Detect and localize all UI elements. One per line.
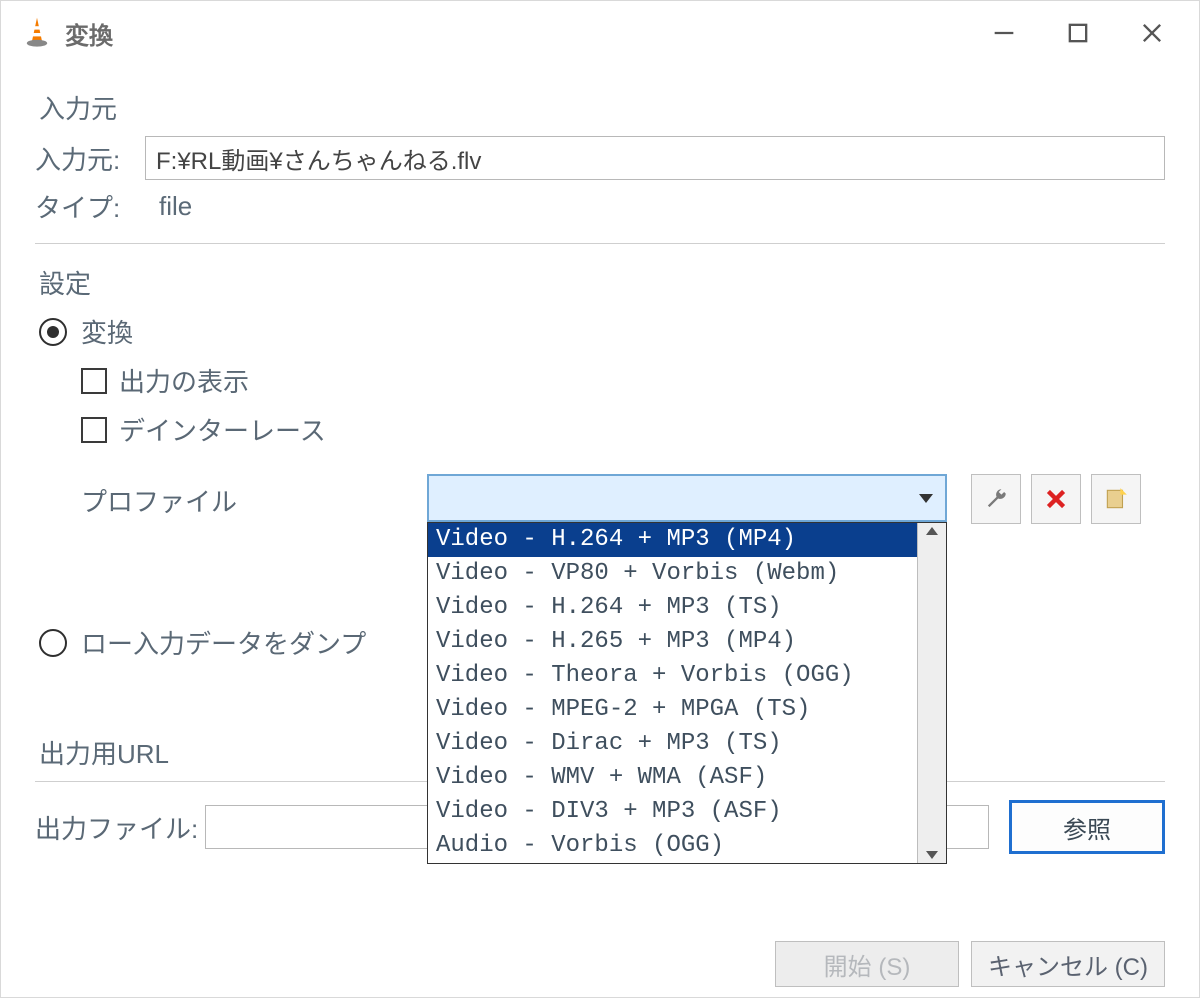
new-profile-button[interactable] [1091,474,1141,524]
source-input[interactable] [145,136,1165,180]
source-group-label: 入力元 [39,89,1165,126]
start-button[interactable]: 開始 (S) [775,941,959,987]
window-title: 変換 [65,16,967,51]
convert-dialog: 変換 入力元 入力元: タイプ: file 設定 変換 [0,0,1200,998]
type-value: file [159,191,192,222]
delete-icon [1043,486,1069,512]
chevron-down-icon [919,494,933,503]
scroll-up-icon [926,527,938,535]
close-button[interactable] [1115,5,1189,61]
source-group: 入力元: タイプ: file [35,136,1165,244]
cancel-button[interactable]: キャンセル (C) [971,941,1165,987]
checkbox-icon [81,368,107,394]
profile-option[interactable]: Video - MPEG-2 + MPGA (TS) [428,693,917,727]
checkbox-display-output-label: 出力の表示 [119,362,249,399]
radio-convert-label: 変換 [81,313,133,350]
profile-option[interactable]: Video - WMV + WMA (ASF) [428,761,917,795]
radio-icon [39,318,67,346]
settings-group-label: 設定 [39,264,1165,301]
type-label: タイプ: [35,188,145,225]
checkbox-deinterlace[interactable]: デインターレース [81,411,1165,448]
profile-combobox[interactable] [427,474,947,522]
client-area: 入力元 入力元: タイプ: file 設定 変換 出力の表示 デインターレース [1,65,1199,923]
new-profile-icon [1103,486,1129,512]
source-label: 入力元: [35,140,145,177]
profile-option[interactable]: Audio - Vorbis (OGG) [428,829,917,863]
profile-option[interactable]: Video - VP80 + Vorbis (Webm) [428,557,917,591]
scroll-down-icon [926,851,938,859]
profile-option[interactable]: Video - DIV3 + MP3 (ASF) [428,795,917,829]
profile-option[interactable]: Video - Dirac + MP3 (TS) [428,727,917,761]
dialog-footer: 開始 (S) キャンセル (C) [1,923,1199,997]
profile-dropdown-list: Video - H.264 + MP3 (MP4)Video - VP80 + … [427,522,947,864]
radio-convert[interactable]: 変換 [39,313,1165,350]
checkbox-deinterlace-label: デインターレース [119,411,326,448]
profile-label: プロファイル [81,482,381,519]
titlebar: 変換 [1,1,1199,65]
minimize-button[interactable] [967,5,1041,61]
radio-icon [39,629,67,657]
maximize-button[interactable] [1041,5,1115,61]
checkbox-icon [81,417,107,443]
edit-profile-button[interactable] [971,474,1021,524]
checkbox-display-output[interactable]: 出力の表示 [81,362,1165,399]
radio-dump-label: ロー入力データをダンプ [81,624,366,661]
profile-option[interactable]: Video - H.264 + MP3 (TS) [428,591,917,625]
dropdown-scrollbar[interactable] [917,523,946,863]
wrench-icon [983,486,1009,512]
profile-area: プロファイル [35,474,1165,844]
profile-option[interactable]: Video - H.265 + MP3 (MP4) [428,625,917,659]
vlc-cone-icon [23,16,51,50]
profile-option[interactable]: Video - Theora + Vorbis (OGG) [428,659,917,693]
delete-profile-button[interactable] [1031,474,1081,524]
profile-option[interactable]: Video - H.264 + MP3 (MP4) [428,523,917,557]
